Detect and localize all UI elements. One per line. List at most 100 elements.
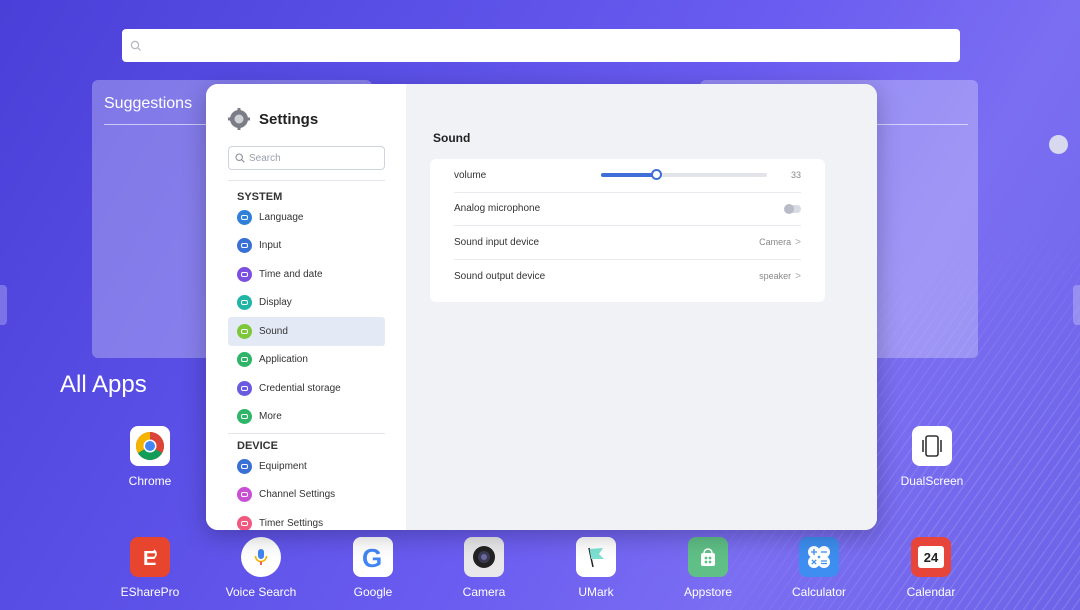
sidebar-item-application[interactable]: Application — [228, 346, 385, 375]
volume-slider-handle[interactable] — [650, 169, 662, 181]
eye-icon — [237, 295, 252, 311]
speaker-icon — [237, 323, 252, 339]
section-title: Sound — [433, 131, 471, 145]
sound-input-row[interactable]: Sound input device Camera > — [454, 226, 801, 260]
sound-output-value: speaker — [759, 271, 792, 282]
grid-icon — [237, 352, 252, 368]
monitor-icon — [237, 487, 252, 503]
device-icon — [237, 458, 252, 474]
chrome-icon — [130, 426, 170, 466]
sound-output-row[interactable]: Sound output device speaker > — [454, 260, 801, 294]
analog-mic-label: Analog microphone — [454, 203, 541, 215]
chevron-right-icon: > — [795, 270, 801, 282]
sidebar-item-label: Input — [259, 240, 282, 252]
volume-slider-fill — [600, 173, 656, 178]
group-system: SYSTEM — [237, 191, 283, 203]
sidebar-item-label: Timer Settings — [259, 517, 324, 529]
left-edge-handle[interactable] — [0, 285, 7, 325]
volume-label: volume — [454, 169, 487, 181]
sidebar-item-channel-settings[interactable]: Channel Settings — [228, 481, 385, 510]
sidebar-item-label: Equipment — [259, 460, 307, 472]
sound-output-label: Sound output device — [454, 270, 546, 282]
camera-icon — [464, 537, 504, 577]
divider — [228, 433, 385, 434]
sidebar-item-label: Time and date — [259, 268, 323, 280]
divider — [228, 180, 385, 181]
sound-input-value: Camera — [759, 237, 792, 248]
esharepro-icon: E — [130, 537, 170, 577]
sidebar-item-equipment[interactable]: Equipment — [228, 452, 385, 481]
app-label: Calculator — [791, 585, 847, 599]
app-label: Chrome — [128, 474, 172, 488]
all-apps-title: All Apps — [60, 371, 147, 398]
settings-window: Settings Search SYSTEM Language Input Time… — [206, 84, 877, 530]
suggestions-title: Suggestions — [104, 95, 193, 112]
system-items: Language Input Time and date Display Sound Ap… — [206, 203, 406, 431]
app-label: Camera — [462, 585, 506, 599]
app-chrome[interactable]: Chrome — [105, 426, 195, 488]
sidebar-item-label: Channel Settings — [259, 489, 336, 501]
dualscreen-icon — [912, 426, 952, 466]
analog-mic-row: Analog microphone — [454, 193, 801, 226]
sidebar-item-label: Credential storage — [259, 382, 341, 394]
volume-row: volume 33 — [454, 159, 801, 193]
sidebar-item-timer-settings[interactable]: Timer Settings — [228, 509, 385, 530]
app-umark[interactable]: UMark — [551, 537, 641, 599]
floating-assistive-button[interactable] — [1049, 135, 1068, 154]
sidebar-item-label: More — [259, 411, 282, 423]
sound-settings-card: volume 33 Analog microphone Sound input … — [430, 159, 825, 302]
app-voice-search[interactable]: Voice Search — [216, 537, 306, 599]
app-label: Voice Search — [225, 585, 297, 599]
sidebar-item-language[interactable]: Language — [228, 203, 385, 232]
settings-sidebar: Settings Search SYSTEM Language Input Time… — [206, 84, 406, 530]
divider — [876, 124, 968, 125]
flag-icon — [576, 537, 616, 577]
volume-slider[interactable] — [600, 169, 767, 181]
calendar-icon: 24 — [911, 537, 951, 577]
settings-content: Sound volume 33 Analog microphone Sound … — [406, 84, 877, 530]
app-label: ESharePro — [120, 585, 180, 599]
sidebar-item-label: Sound — [259, 325, 288, 337]
app-camera[interactable]: Camera — [439, 537, 529, 599]
sidebar-item-sound[interactable]: Sound — [228, 317, 385, 346]
sidebar-item-input[interactable]: Input — [228, 232, 385, 261]
gear-icon — [228, 108, 250, 130]
app-calendar[interactable]: 24 Calendar — [886, 537, 976, 599]
settings-title: Settings — [259, 110, 319, 128]
analog-mic-toggle[interactable] — [784, 203, 801, 214]
device-items: Equipment Channel Settings Timer Settings — [206, 452, 406, 530]
app-label: DualScreen — [900, 474, 964, 488]
chevron-right-icon: > — [795, 236, 801, 248]
settings-search-input[interactable]: Search — [228, 146, 385, 170]
home-search-bar[interactable] — [122, 29, 960, 62]
search-placeholder: Search — [249, 152, 281, 164]
calendar-day-badge: 24 — [918, 546, 944, 568]
sidebar-item-label: Application — [259, 354, 308, 366]
app-label: Google — [353, 585, 393, 599]
calculator-icon — [799, 537, 839, 577]
app-appstore[interactable]: Appstore — [663, 537, 753, 599]
app-google[interactable]: G Google — [328, 537, 418, 599]
app-dualscreen[interactable]: DualScreen — [887, 426, 977, 488]
app-label: Calendar — [906, 585, 956, 599]
sidebar-item-credential-storage[interactable]: Credential storage — [228, 374, 385, 403]
google-icon: G — [353, 537, 393, 577]
svg-text:G: G — [362, 543, 382, 571]
bag-icon — [688, 537, 728, 577]
right-edge-handle[interactable] — [1073, 285, 1080, 325]
volume-value: 33 — [790, 170, 801, 181]
app-label: UMark — [578, 585, 614, 599]
globe-icon — [237, 209, 252, 225]
clock-icon — [237, 266, 252, 282]
timer-icon — [237, 515, 252, 530]
sidebar-item-label: Language — [259, 211, 304, 223]
sidebar-item-label: Display — [259, 297, 292, 309]
app-esharepro[interactable]: E ESharePro — [105, 537, 195, 599]
sidebar-item-more[interactable]: More — [228, 403, 385, 432]
group-device: DEVICE — [237, 440, 278, 452]
sidebar-item-time-and-date[interactable]: Time and date — [228, 260, 385, 289]
keyboard-icon — [237, 238, 252, 254]
app-calculator[interactable]: Calculator — [774, 537, 864, 599]
sidebar-item-display[interactable]: Display — [228, 289, 385, 318]
search-icon — [235, 153, 245, 163]
